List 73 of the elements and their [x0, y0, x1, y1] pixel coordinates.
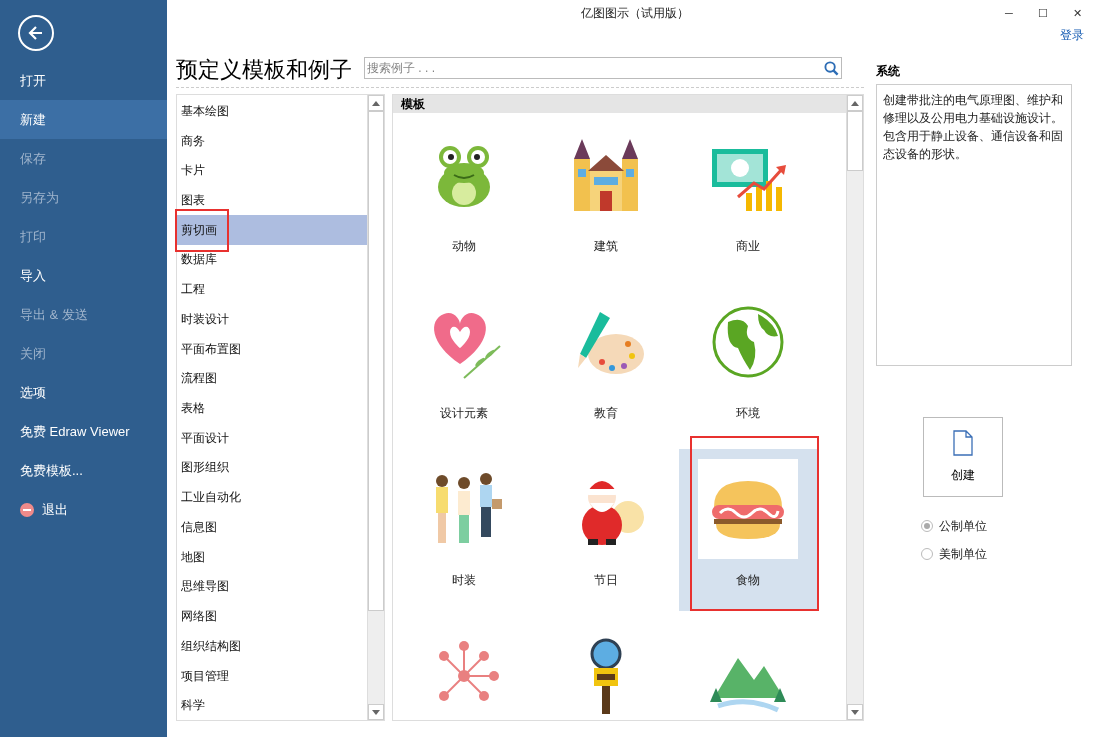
unit-radio[interactable]: 美制单位 — [921, 545, 1072, 563]
category-item[interactable]: 工业自动化 — [177, 482, 367, 513]
template-label: 建筑 — [594, 238, 618, 255]
category-item[interactable]: 平面设计 — [177, 422, 367, 453]
search-icon — [824, 60, 839, 76]
window-title: 亿图图示（试用版） — [580, 5, 689, 22]
category-item[interactable]: 信息图 — [177, 512, 367, 542]
category-item[interactable]: 工程 — [177, 274, 367, 305]
category-item[interactable]: 思维导图 — [177, 571, 367, 602]
sidebar-item[interactable]: 免费 Edraw Viewer — [0, 412, 167, 451]
sidebar-item[interactable]: 新建 — [0, 100, 167, 139]
category-item[interactable]: 流程图 — [177, 363, 367, 394]
template-tile[interactable]: 设计元素 — [395, 282, 533, 444]
unit-radio[interactable]: 公制单位 — [921, 517, 1072, 535]
login-link[interactable]: 登录 — [1060, 26, 1084, 50]
scroll-up-icon — [372, 100, 380, 106]
category-item[interactable]: 商务 — [177, 125, 367, 156]
category-item[interactable]: 时装设计 — [177, 304, 367, 334]
annotation-frame — [175, 209, 229, 252]
page-heading: 预定义模板和例子 — [176, 59, 352, 84]
window-control[interactable]: ─ — [992, 3, 1026, 23]
window-control[interactable]: ✕ — [1060, 3, 1094, 23]
category-item[interactable]: 基本绘图 — [177, 96, 367, 126]
template-label: 设计元素 — [440, 405, 488, 422]
scroll-down-icon — [851, 709, 859, 715]
sidebar-item[interactable]: 导入 — [0, 256, 167, 295]
scroll-up-icon — [851, 100, 859, 106]
window-control[interactable]: ☐ — [1026, 3, 1060, 23]
panel-header: 模板 — [393, 95, 846, 113]
exit-icon — [20, 502, 34, 517]
template-tile[interactable]: 时装 — [395, 449, 533, 611]
template-label: 节日 — [594, 572, 618, 589]
category-item[interactable]: 数据库 — [177, 244, 367, 275]
template-label: 环境 — [736, 405, 760, 422]
template-tile[interactable]: 食物 — [679, 449, 817, 611]
template-label: 教育 — [594, 405, 618, 422]
template-tile[interactable]: 教育 — [537, 282, 675, 444]
scroll-thumb[interactable] — [847, 111, 863, 171]
scrollbar[interactable] — [846, 95, 863, 720]
category-item[interactable]: 剪切画 — [177, 214, 367, 245]
document-icon — [953, 430, 973, 456]
sidebar-item[interactable]: 退出 — [0, 490, 167, 529]
category-item[interactable]: 地图 — [177, 541, 367, 572]
category-item[interactable]: 网络图 — [177, 601, 367, 631]
search-field[interactable]: 搜索例子 . . . — [364, 57, 842, 79]
template-tile[interactable]: 节日 — [537, 449, 675, 611]
details-title: 系统 — [876, 63, 901, 80]
category-item[interactable]: 平面布置图 — [177, 333, 367, 364]
template-label: 时装 — [452, 572, 476, 589]
template-label: 商业 — [736, 238, 760, 255]
category-item[interactable]: 项目管理 — [177, 660, 367, 691]
sidebar-item[interactable]: 打开 — [0, 61, 167, 100]
category-item[interactable]: 表格 — [177, 393, 367, 423]
template-tile[interactable]: 环境 — [679, 282, 817, 444]
template-tile[interactable]: 建筑 — [537, 115, 675, 277]
back-button[interactable] — [18, 15, 54, 51]
template-tile[interactable]: 动物 — [395, 115, 533, 277]
category-item[interactable]: 图表 — [177, 185, 367, 215]
template-label: 动物 — [452, 238, 476, 255]
scroll-thumb[interactable] — [368, 111, 384, 611]
create-button[interactable]: 创建 — [923, 417, 1003, 497]
sidebar-item[interactable]: 免费模板... — [0, 451, 167, 490]
category-item[interactable]: 卡片 — [177, 155, 367, 186]
scrollbar[interactable] — [367, 95, 384, 720]
category-item[interactable]: 组织结构图 — [177, 630, 367, 661]
search-input[interactable]: 搜索例子 . . . — [367, 59, 824, 77]
template-tile[interactable]: 商业 — [679, 115, 817, 277]
scroll-down-icon — [372, 709, 380, 715]
sidebar-item[interactable]: 选项 — [0, 373, 167, 412]
template-label: 食物 — [736, 572, 760, 589]
description-text: 创建带批注的电气原理图、维护和修理以及公用电力基础设施设计。包含用于静止设备、通信设备和固态设备的形状。 — [883, 92, 1064, 163]
category-item[interactable]: 科学 — [177, 690, 367, 721]
category-item[interactable]: 图形组织 — [177, 452, 367, 483]
